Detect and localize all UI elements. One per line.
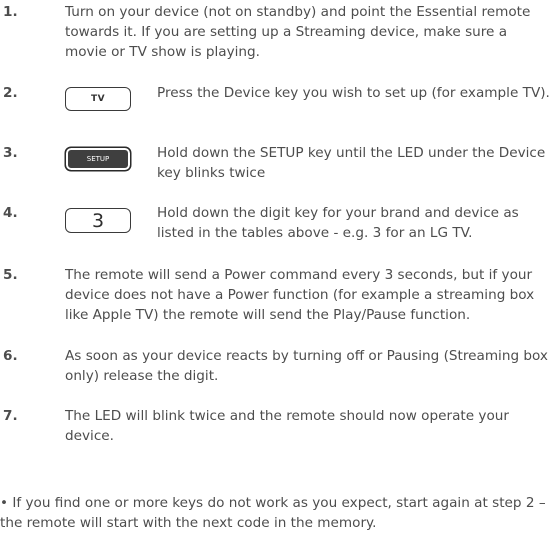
step-text: As soon as your device reacts by turning…: [65, 348, 548, 384]
step-number: 3.: [3, 145, 18, 161]
step-number: 1.: [3, 4, 18, 20]
step-text: The LED will blink twice and the remote …: [65, 408, 509, 444]
note-text: • If you find one or more keys do not wo…: [0, 495, 546, 531]
step-number: 5.: [3, 267, 18, 283]
setup-key-icon: SETUP: [65, 147, 131, 171]
step-number: 4.: [3, 205, 18, 221]
step-text: Press the Device key you wish to set up …: [157, 85, 550, 101]
step-number: 7.: [3, 408, 18, 424]
instruction-page: 1. Turn on your device (not on standby) …: [0, 0, 557, 538]
digit-key-icon: 3: [65, 208, 131, 233]
step-text: The remote will send a Power command eve…: [65, 267, 535, 323]
step-number: 2.: [3, 85, 18, 101]
step-text: Hold down the SETUP key until the LED un…: [157, 145, 546, 181]
tv-key-icon: TV: [65, 87, 131, 111]
step-number: 6.: [3, 348, 18, 364]
step-text: Hold down the digit key for your brand a…: [157, 205, 519, 241]
step-text: Turn on your device (not on standby) and…: [65, 4, 531, 60]
